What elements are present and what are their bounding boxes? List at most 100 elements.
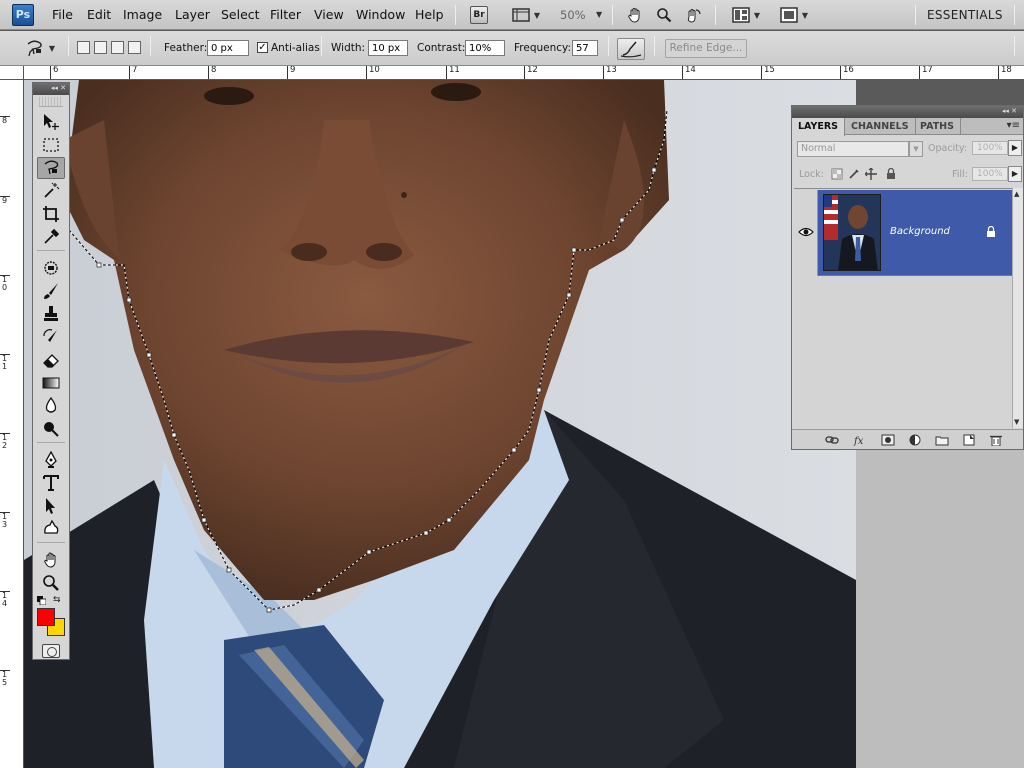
workspace-switcher[interactable]: ESSENTIALS <box>927 8 1003 22</box>
tool-preset-picker[interactable]: ▼ <box>22 38 58 58</box>
new-group-icon[interactable] <box>935 434 949 446</box>
menu-select[interactable]: Select <box>221 7 260 22</box>
collapse-panel-icon[interactable]: ◂◂ ✕ <box>33 83 69 95</box>
anti-alias-checkbox[interactable]: ✓ <box>257 42 268 53</box>
menu-help[interactable]: Help <box>415 7 444 22</box>
hand-tool-button[interactable] <box>625 5 645 25</box>
lock-image-pixels-icon[interactable] <box>848 168 860 180</box>
zoom-tool[interactable] <box>37 572 65 594</box>
options-bar: ▼ Feather: ✓ Anti-alias Width: Contrast:… <box>0 31 1024 66</box>
magnetic-lasso-icon <box>27 40 42 57</box>
new-selection-icon[interactable] <box>77 41 90 54</box>
blur-tool[interactable] <box>37 395 65 417</box>
clone-stamp-tool[interactable] <box>37 303 65 325</box>
bridge-button[interactable]: Br <box>470 6 488 24</box>
contrast-input[interactable] <box>465 40 505 56</box>
layer-thumbnail[interactable] <box>823 194 881 271</box>
marquee-tool[interactable] <box>37 134 65 156</box>
layer-style-icon[interactable]: fx <box>853 434 867 446</box>
type-tool[interactable] <box>37 472 65 494</box>
shape-tool[interactable] <box>37 518 65 540</box>
opacity-input[interactable]: 100% <box>972 141 1008 155</box>
scroll-up-icon[interactable]: ▲ <box>1014 190 1019 198</box>
menu-window[interactable]: Window <box>356 7 405 22</box>
menu-view[interactable]: View <box>314 7 344 22</box>
menu-image[interactable]: Image <box>123 7 162 22</box>
add-to-selection-icon[interactable] <box>94 41 107 54</box>
document-canvas[interactable] <box>24 80 856 768</box>
intersect-selection-icon[interactable] <box>128 41 141 54</box>
eye-icon <box>798 227 814 237</box>
zoom-level[interactable]: 50% <box>560 8 586 22</box>
ruler-label: 12 <box>0 433 10 450</box>
ruler-origin[interactable] <box>0 66 24 80</box>
hand-tool[interactable] <box>37 549 65 571</box>
screen-mode-button[interactable]: ▼ <box>776 5 812 25</box>
frequency-label: Frequency: <box>514 42 572 54</box>
chevron-right-icon[interactable]: ▶ <box>1008 166 1022 182</box>
frequency-input[interactable] <box>572 40 598 56</box>
layer-list: Background <box>794 188 1012 428</box>
width-input[interactable] <box>368 40 408 56</box>
arrange-documents-button[interactable]: ▼ <box>728 5 764 25</box>
panel-menu-icon[interactable]: ▾≡ <box>1007 120 1020 131</box>
scroll-down-icon[interactable]: ▼ <box>1014 418 1019 426</box>
feather-input[interactable] <box>207 40 249 56</box>
quick-mask-icon[interactable] <box>42 644 60 658</box>
new-layer-icon[interactable] <box>962 434 976 446</box>
default-colors-icon[interactable] <box>37 596 46 605</box>
panel-grip[interactable] <box>39 97 63 107</box>
chevron-down-icon[interactable]: ▼ <box>596 10 602 19</box>
ruler-label: 12 <box>524 66 538 79</box>
eraser-tool[interactable] <box>37 349 65 371</box>
dodge-tool[interactable] <box>37 418 65 440</box>
move-tool[interactable] <box>37 111 65 133</box>
link-layers-icon[interactable] <box>825 434 839 446</box>
visibility-toggle[interactable] <box>794 190 818 276</box>
tab-channels[interactable]: CHANNELS <box>845 118 916 135</box>
foreground-color-swatch[interactable] <box>37 608 55 626</box>
fill-input[interactable]: 100% <box>972 167 1008 181</box>
crop-icon <box>43 206 59 222</box>
adjustment-layer-icon[interactable] <box>908 434 922 446</box>
layer-name[interactable]: Background <box>890 226 950 237</box>
pen-tool[interactable] <box>37 449 65 471</box>
crop-tool[interactable] <box>37 203 65 225</box>
dodge-icon <box>44 422 59 437</box>
tab-layers[interactable]: LAYERS <box>792 118 846 136</box>
add-mask-icon[interactable] <box>881 434 895 446</box>
zoom-tool-button[interactable] <box>654 5 674 25</box>
menu-filter[interactable]: Filter <box>270 7 301 22</box>
menu-file[interactable]: File <box>52 7 73 22</box>
layer-row-background[interactable]: Background <box>794 190 1012 276</box>
chevron-right-icon[interactable]: ▶ <box>1008 140 1022 156</box>
view-extras-button[interactable]: ▼ <box>506 5 546 25</box>
ruler-label: 14 <box>682 66 696 79</box>
trash-icon[interactable] <box>989 434 1003 446</box>
swap-colors-icon[interactable]: ⇆ <box>53 596 65 606</box>
history-brush-tool[interactable] <box>37 326 65 348</box>
chevron-down-icon[interactable]: ▼ <box>909 141 923 157</box>
rotate-view-button[interactable] <box>683 5 703 25</box>
lock-transparent-pixels-icon[interactable] <box>831 168 843 180</box>
vertical-ruler[interactable]: 8 9 10 11 12 13 14 15 <box>0 80 24 768</box>
refine-edge-button[interactable]: Refine Edge... <box>665 39 747 58</box>
magic-wand-tool[interactable] <box>37 180 65 202</box>
gradient-tool[interactable] <box>37 372 65 394</box>
lock-position-icon[interactable] <box>865 168 877 180</box>
brush-tool[interactable] <box>37 280 65 302</box>
path-selection-tool[interactable] <box>37 495 65 517</box>
menu-edit[interactable]: Edit <box>87 7 111 22</box>
layers-scrollbar[interactable]: ▲ ▼ <box>1012 188 1023 428</box>
magnetic-lasso-tool[interactable] <box>37 157 65 179</box>
spot-healing-tool[interactable] <box>37 257 65 279</box>
eyedropper-tool[interactable] <box>37 226 65 248</box>
blend-mode-select[interactable]: Normal <box>797 141 909 157</box>
collapse-panel-icon[interactable]: ◂◂ ✕ <box>792 106 1023 118</box>
horizontal-ruler[interactable]: 6 7 8 9 10 11 12 13 14 15 16 17 18 <box>24 66 1024 80</box>
pen-pressure-button[interactable] <box>617 38 645 60</box>
tab-paths[interactable]: PATHS <box>914 118 961 135</box>
lock-all-icon[interactable] <box>885 168 897 180</box>
menu-layer[interactable]: Layer <box>175 7 210 22</box>
subtract-from-selection-icon[interactable] <box>111 41 124 54</box>
